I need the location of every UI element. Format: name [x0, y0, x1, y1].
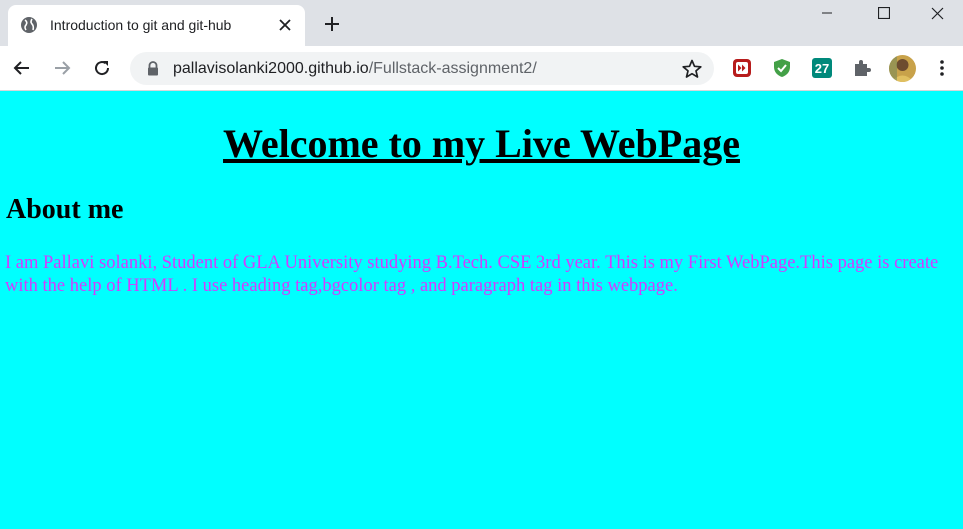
reload-button[interactable]	[88, 54, 116, 82]
puzzle-extensions-icon[interactable]	[850, 56, 874, 80]
tab-strip: Introduction to git and git-hub	[0, 0, 963, 46]
profile-avatar[interactable]	[889, 55, 916, 82]
browser-toolbar: pallavisolanki2000.github.io/Fullstack-a…	[0, 46, 963, 91]
new-tab-button[interactable]	[319, 11, 345, 37]
forward-arrow-icon	[55, 61, 71, 75]
page-heading: Welcome to my Live WebPage	[223, 121, 740, 166]
svg-text:27: 27	[815, 61, 829, 76]
reload-icon	[95, 61, 110, 76]
close-icon[interactable]	[275, 15, 295, 35]
url-text[interactable]: pallavisolanki2000.github.io/Fullstack-a…	[173, 59, 537, 78]
readlater-extension-icon[interactable]	[730, 56, 754, 80]
shield-check-extension-icon[interactable]	[770, 56, 794, 80]
about-heading: About me	[6, 194, 124, 225]
url-path: /Fullstack-assignment2/	[368, 60, 537, 77]
maximize-button[interactable]	[855, 0, 912, 26]
lock-icon[interactable]	[146, 61, 160, 76]
tab-title: Introduction to git and git-hub	[50, 17, 232, 33]
close-icon	[931, 7, 944, 19]
forward-button[interactable]	[48, 54, 76, 82]
url-host: pallavisolanki2000.github.io	[173, 60, 369, 77]
kebab-menu-icon	[940, 60, 944, 76]
minimize-button[interactable]	[798, 0, 855, 26]
browser-menu-button[interactable]	[928, 54, 956, 82]
minimize-icon	[821, 12, 832, 14]
web-page: Welcome to my Live WebPage About me I am…	[0, 92, 963, 529]
bookmark-star-icon[interactable]	[681, 58, 703, 80]
back-button[interactable]	[8, 54, 36, 82]
about-paragraph: I am Pallavi solanki, Student of GLA Uni…	[5, 253, 939, 296]
browser-tab[interactable]: Introduction to git and git-hub	[8, 5, 305, 46]
calendar-27-extension-icon[interactable]: 27	[810, 56, 834, 80]
back-arrow-icon	[13, 61, 29, 75]
plus-icon	[325, 17, 339, 31]
maximize-icon	[877, 7, 890, 19]
address-bar[interactable]: pallavisolanki2000.github.io/Fullstack-a…	[130, 52, 714, 85]
globe-icon	[20, 16, 38, 34]
window-close-button[interactable]	[912, 0, 963, 26]
